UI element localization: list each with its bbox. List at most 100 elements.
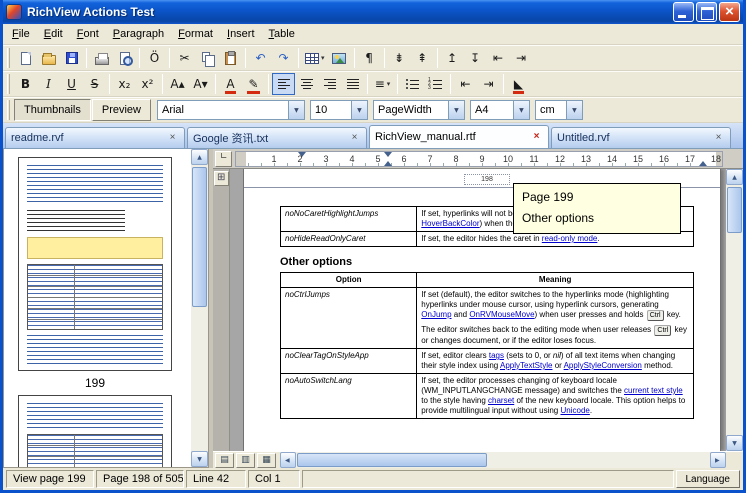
- toolbar-grip[interactable]: [7, 74, 10, 94]
- shrink-font-button[interactable]: A▾: [189, 73, 212, 95]
- tab-close-icon[interactable]: ×: [348, 132, 361, 145]
- save-file-button[interactable]: [60, 47, 83, 69]
- font-size-combo[interactable]: 10: [310, 100, 368, 120]
- close-button[interactable]: [719, 2, 740, 22]
- redo-button[interactable]: ↷: [272, 47, 295, 69]
- right-indent-marker[interactable]: [699, 161, 707, 166]
- tab-close-icon[interactable]: ×: [166, 132, 179, 145]
- doc-link[interactable]: OnJump: [421, 310, 451, 319]
- scroll-down-icon[interactable]: [726, 435, 743, 451]
- tab-richview-manual-rtf[interactable]: RichView_manual.rtf×: [369, 125, 549, 148]
- menu-font[interactable]: Font: [70, 26, 106, 42]
- scrollbar-thumb[interactable]: [297, 453, 487, 467]
- line-spacing-button[interactable]: ≡▾: [371, 73, 394, 95]
- underline-button[interactable]: U: [60, 73, 83, 95]
- print-preview-button[interactable]: [113, 47, 136, 69]
- language-button[interactable]: Language: [676, 470, 741, 488]
- zoom-combo[interactable]: PageWidth: [373, 100, 465, 120]
- cut-button[interactable]: ✂: [173, 47, 196, 69]
- open-file-button[interactable]: [37, 47, 60, 69]
- menu-insert[interactable]: Insert: [220, 26, 262, 42]
- insert-table-button[interactable]: ▾: [302, 47, 328, 69]
- superscript-button[interactable]: x²: [136, 73, 159, 95]
- page-grid-button[interactable]: [214, 171, 229, 186]
- scroll-left-icon[interactable]: [280, 452, 296, 468]
- indent-paragraph-button[interactable]: ⇥: [510, 47, 533, 69]
- grow-font-button[interactable]: A▴: [166, 73, 189, 95]
- menu-edit[interactable]: Edit: [37, 26, 70, 42]
- increase-indent-button[interactable]: ⇥: [477, 73, 500, 95]
- show-paragraph-marks-button[interactable]: ¶: [358, 47, 381, 69]
- align-left-button[interactable]: [272, 73, 295, 95]
- decrease-indent-button[interactable]: ⇤: [454, 73, 477, 95]
- scrollbar-thumb[interactable]: [192, 167, 207, 307]
- font-name-combo[interactable]: Arial: [157, 100, 305, 120]
- chevron-down-icon[interactable]: [448, 101, 464, 119]
- tab-stop-selector-button[interactable]: [215, 151, 232, 167]
- doc-link[interactable]: current text style: [624, 386, 683, 395]
- insert-page-break-button[interactable]: ⇟: [388, 47, 411, 69]
- fill-color-button[interactable]: ◣: [507, 73, 530, 95]
- menu-table[interactable]: Table: [262, 26, 302, 42]
- units-combo[interactable]: cm: [535, 100, 583, 120]
- scroll-right-icon[interactable]: [710, 452, 726, 468]
- tab-close-icon[interactable]: ×: [712, 132, 725, 145]
- preview-toggle-button[interactable]: Preview: [92, 99, 151, 121]
- bullets-button[interactable]: [401, 73, 424, 95]
- minimize-button[interactable]: [673, 2, 694, 22]
- tab-readme-rvf[interactable]: readme.rvf×: [5, 127, 185, 148]
- align-center-button[interactable]: [295, 73, 318, 95]
- new-document-button[interactable]: [14, 47, 37, 69]
- single-page-view-button[interactable]: [215, 453, 234, 468]
- doc-link[interactable]: ApplyStyleConversion: [564, 361, 642, 370]
- left-indent-marker[interactable]: [384, 161, 392, 166]
- first-line-indent-marker[interactable]: [384, 152, 392, 157]
- doc-link[interactable]: OnRVMouseMove: [469, 310, 534, 319]
- horizontal-ruler[interactable]: 123456789101112131415161718: [235, 151, 723, 167]
- print-button[interactable]: [90, 47, 113, 69]
- page-thumbnail-next[interactable]: [18, 395, 172, 468]
- paper-size-combo[interactable]: A4: [470, 100, 530, 120]
- align-justify-button[interactable]: [341, 73, 364, 95]
- page-thumbnail-current[interactable]: [18, 157, 172, 371]
- scroll-down-icon[interactable]: [191, 451, 208, 467]
- move-item-down-button[interactable]: ↧: [464, 47, 487, 69]
- tab-untitled-rvf[interactable]: Untitled.rvf×: [551, 127, 731, 148]
- doc-link[interactable]: tags: [489, 351, 504, 360]
- menu-paragraph[interactable]: Paragraph: [106, 26, 171, 42]
- move-item-up-button[interactable]: ↥: [441, 47, 464, 69]
- delete-page-break-button[interactable]: ⇞: [411, 47, 434, 69]
- tab-google-txt[interactable]: Google 资讯.txt×: [187, 127, 367, 148]
- chevron-down-icon[interactable]: [566, 101, 582, 119]
- insert-picture-button[interactable]: [328, 47, 351, 69]
- chevron-down-icon[interactable]: [288, 101, 304, 119]
- chevron-down-icon[interactable]: [351, 101, 367, 119]
- undo-button[interactable]: ↶: [249, 47, 272, 69]
- doc-link[interactable]: ApplyTextStyle: [500, 361, 552, 370]
- scroll-up-icon[interactable]: [191, 149, 208, 165]
- toolbar-grip[interactable]: [7, 48, 10, 68]
- scrollbar-thumb[interactable]: [727, 187, 742, 233]
- bold-button[interactable]: B: [14, 73, 37, 95]
- document-canvas[interactable]: 198 noNoCaretHighlightJumpsIf set, hyper…: [213, 169, 743, 451]
- toolbar-grip[interactable]: [7, 100, 10, 120]
- numbering-button[interactable]: [424, 73, 447, 95]
- outdent-paragraph-button[interactable]: ⇤: [487, 47, 510, 69]
- document-vertical-scrollbar[interactable]: [726, 169, 743, 451]
- menu-file[interactable]: File: [5, 26, 37, 42]
- scroll-up-icon[interactable]: [726, 169, 743, 185]
- subscript-button[interactable]: x₂: [113, 73, 136, 95]
- insert-symbol-button[interactable]: Ö: [143, 47, 166, 69]
- align-right-button[interactable]: [318, 73, 341, 95]
- thumbnails-toggle-button[interactable]: Thumbnails: [14, 99, 91, 121]
- text-highlight-button[interactable]: ✎: [242, 73, 265, 95]
- maximize-button[interactable]: [696, 2, 717, 22]
- italic-button[interactable]: I: [37, 73, 60, 95]
- doc-link[interactable]: HoverBackColor: [421, 219, 479, 228]
- strikethrough-button[interactable]: S: [83, 73, 106, 95]
- chevron-down-icon[interactable]: [513, 101, 529, 119]
- continuous-view-button[interactable]: [236, 453, 255, 468]
- doc-link[interactable]: Unicode: [560, 406, 589, 415]
- tab-close-icon[interactable]: ×: [530, 131, 543, 144]
- thumbnails-scrollbar[interactable]: [191, 149, 208, 467]
